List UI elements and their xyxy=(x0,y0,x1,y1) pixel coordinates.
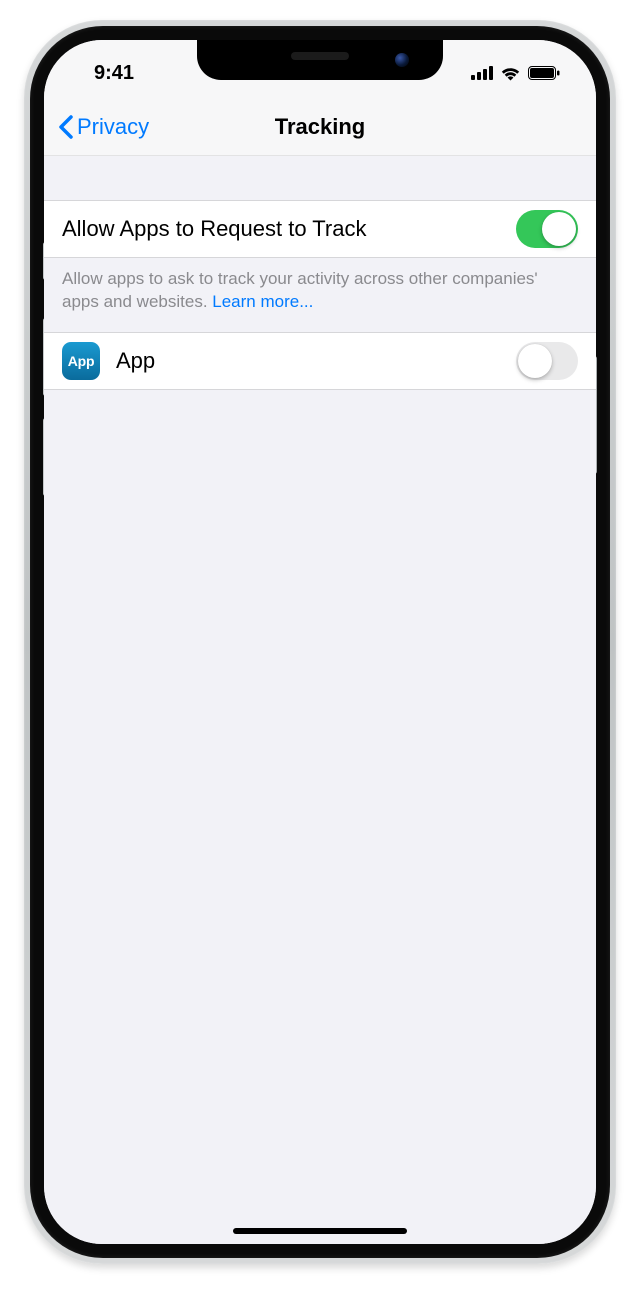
home-indicator[interactable] xyxy=(233,1228,407,1234)
toggle-knob xyxy=(542,212,576,246)
front-camera xyxy=(395,53,409,67)
app-label: App xyxy=(116,348,516,374)
allow-tracking-label: Allow Apps to Request to Track xyxy=(62,216,516,242)
app-icon: App xyxy=(62,342,100,380)
section-footer: Allow apps to ask to track your activity… xyxy=(44,258,596,332)
cellular-signal-icon xyxy=(471,66,493,80)
allow-tracking-row: Allow Apps to Request to Track xyxy=(44,200,596,258)
app-row: App App xyxy=(44,332,596,390)
nav-bar: Privacy Tracking xyxy=(44,98,596,156)
status-time: 9:41 xyxy=(76,54,134,85)
allow-tracking-toggle[interactable] xyxy=(516,210,578,248)
device-bezel: 9:41 xyxy=(30,26,610,1258)
device-frame: 9:41 xyxy=(24,20,616,1264)
battery-icon xyxy=(528,66,560,80)
content-area: Allow Apps to Request to Track Allow app… xyxy=(44,156,596,1244)
toggle-knob xyxy=(518,344,552,378)
wifi-icon xyxy=(500,66,521,81)
screen: 9:41 xyxy=(44,40,596,1244)
back-button[interactable]: Privacy xyxy=(54,98,153,155)
back-label: Privacy xyxy=(77,114,149,140)
learn-more-link[interactable]: Learn more... xyxy=(212,292,313,311)
chevron-left-icon xyxy=(58,115,73,139)
notch xyxy=(197,40,443,80)
app-tracking-toggle[interactable] xyxy=(516,342,578,380)
speaker-grille xyxy=(291,52,349,60)
app-icon-label: App xyxy=(68,353,95,369)
status-icons xyxy=(471,58,564,81)
